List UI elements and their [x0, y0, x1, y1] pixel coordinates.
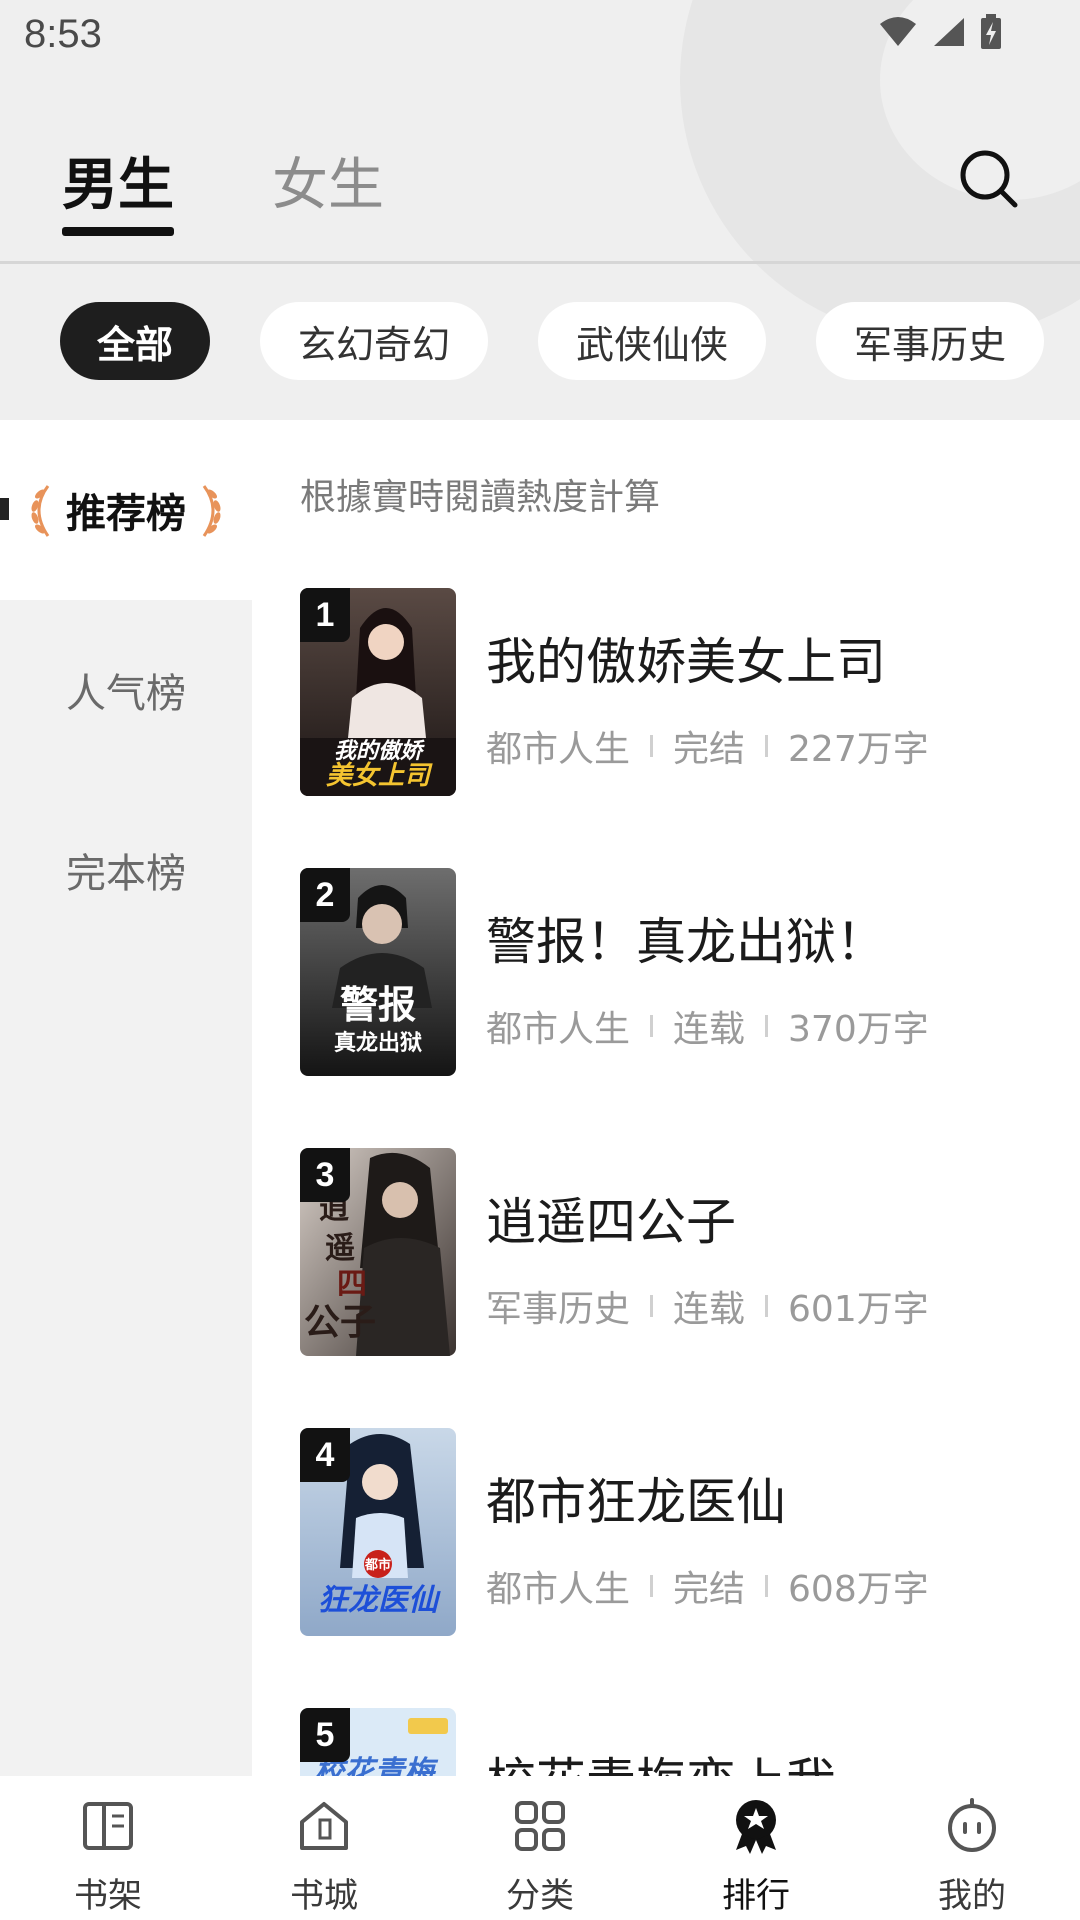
tab-female[interactable]: 女生	[272, 140, 384, 230]
rank-type-sidebar: 推荐榜 人气榜 完本榜	[0, 420, 252, 1776]
svg-text:遥: 遥	[325, 1231, 355, 1266]
category-filter: 全部 玄幻奇幻 武侠仙侠 军事历史	[60, 302, 1044, 380]
book-cover[interactable]: 我的傲娇 美女上司 1	[300, 588, 456, 796]
book-item[interactable]: 都市 狂龙医仙 4 都市狂龙医仙 都市人生 完结 608万字	[300, 1428, 1060, 1636]
laurel-right-icon	[202, 485, 221, 537]
nav-ranking[interactable]: 排行	[648, 1776, 864, 1920]
book-genre: 都市人生	[486, 1009, 631, 1050]
meta-separator	[650, 735, 654, 757]
gender-tabs: 男生 女生	[62, 140, 384, 236]
rank-tab-completed[interactable]: 完本榜	[0, 780, 252, 960]
book-status: 连载	[673, 1009, 746, 1050]
category-chip-all[interactable]: 全部	[60, 302, 210, 380]
book-title[interactable]: 警报！真龙出狱！	[486, 902, 886, 974]
bookstore-icon	[300, 1802, 348, 1850]
svg-text:四: 四	[337, 1267, 367, 1302]
nav-label: 分类	[506, 1876, 574, 1916]
ranking-icon	[736, 1800, 776, 1854]
ranking-panel: 推荐榜 人气榜 完本榜 根據實時閱讀熱度計算 我的傲娇 美女上司 1 我的傲娇美…	[0, 420, 1080, 1776]
nav-label: 我的	[938, 1876, 1006, 1916]
cellular-signal-icon	[932, 16, 966, 48]
svg-text:真龙出狱: 真龙出狱	[334, 1030, 422, 1056]
book-cover[interactable]: 校花青梅 5	[300, 1708, 456, 1776]
rank-tab-recommend[interactable]: 推荐榜	[0, 420, 252, 600]
rank-badge: 1	[300, 588, 350, 642]
book-status: 完结	[673, 729, 746, 770]
meta-separator	[765, 735, 769, 757]
meta-separator	[765, 1295, 769, 1317]
search-icon	[960, 150, 1018, 208]
svg-text:警报: 警报	[340, 983, 416, 1027]
category-chip-fantasy[interactable]: 玄幻奇幻	[260, 302, 488, 380]
svg-text:公子: 公子	[304, 1301, 376, 1343]
status-bar: 8:53	[0, 0, 1080, 72]
book-item[interactable]: 校花青梅 5 校花青梅恋上我	[300, 1708, 1060, 1776]
meta-separator	[650, 1575, 654, 1597]
book-cover[interactable]: 都市 狂龙医仙 4	[300, 1428, 456, 1636]
search-button[interactable]	[958, 148, 1020, 210]
category-icon	[515, 1801, 565, 1851]
book-genre: 都市人生	[486, 1569, 631, 1610]
book-word-count: 601万字	[788, 1289, 929, 1330]
active-marker	[0, 498, 9, 520]
book-word-count: 608万字	[788, 1569, 929, 1610]
rank-badge: 4	[300, 1428, 350, 1482]
laurel-left-icon	[31, 485, 50, 537]
wifi-icon	[878, 16, 918, 48]
svg-text:狂龙医仙: 狂龙医仙	[318, 1583, 441, 1618]
status-time: 8:53	[24, 12, 102, 56]
book-cover[interactable]: 警报 真龙出狱 2	[300, 868, 456, 1076]
rank-badge: 5	[300, 1708, 350, 1762]
book-word-count: 370万字	[788, 1009, 929, 1050]
book-title[interactable]: 校花青梅恋上我	[486, 1742, 836, 1776]
book-status: 连载	[673, 1289, 746, 1330]
nav-profile[interactable]: 我的	[864, 1776, 1080, 1920]
category-chip-wuxia[interactable]: 武侠仙侠	[538, 302, 766, 380]
nav-label: 书架	[74, 1876, 142, 1916]
top-area: 8:53 男生 女生 全部 玄幻奇幻 武侠仙侠 军事历史	[0, 0, 1080, 420]
rank-badge: 3	[300, 1148, 350, 1202]
book-title[interactable]: 都市狂龙医仙	[486, 1462, 786, 1534]
book-title[interactable]: 逍遥四公子	[486, 1182, 736, 1254]
nav-bookshelf[interactable]: 书架	[0, 1776, 216, 1920]
book-word-count: 227万字	[788, 729, 929, 770]
nav-label: 排行	[722, 1876, 790, 1916]
tab-male[interactable]: 男生	[62, 140, 174, 236]
book-title[interactable]: 我的傲娇美女上司	[486, 622, 886, 694]
profile-icon	[948, 1798, 996, 1852]
book-cover[interactable]: 逍 遥 四 公子 3	[300, 1148, 456, 1356]
svg-text:美女上司: 美女上司	[326, 761, 433, 791]
svg-text:都市: 都市	[364, 1557, 391, 1573]
nav-category[interactable]: 分类	[432, 1776, 648, 1920]
meta-separator	[650, 1015, 654, 1037]
bottom-navigation: 书架 书城 分类 排行 我的	[0, 1776, 1080, 1920]
book-meta: 都市人生 完结 227万字	[486, 720, 929, 772]
book-genre: 都市人生	[486, 729, 631, 770]
meta-separator	[765, 1015, 769, 1037]
book-meta: 军事历史 连载 601万字	[486, 1280, 929, 1332]
nav-label: 书城	[290, 1876, 358, 1916]
book-ranking-list: 根據實時閱讀熱度計算 我的傲娇 美女上司 1 我的傲娇美女上司 都市人生 完结 …	[252, 420, 1080, 1776]
book-item[interactable]: 我的傲娇 美女上司 1 我的傲娇美女上司 都市人生 完结 227万字	[300, 588, 1060, 796]
ranking-note: 根據實時閱讀熱度計算	[300, 477, 661, 518]
rank-tab-popular[interactable]: 人气榜	[0, 600, 252, 780]
nav-bookstore[interactable]: 书城	[216, 1776, 432, 1920]
book-item[interactable]: 逍 遥 四 公子 3 逍遥四公子 军事历史 连载 601万字	[300, 1148, 1060, 1356]
category-chip-military[interactable]: 军事历史	[816, 302, 1044, 380]
book-status: 完结	[673, 1569, 746, 1610]
header-divider	[0, 261, 1080, 264]
meta-separator	[765, 1575, 769, 1597]
rank-tab-label: 推荐榜	[66, 491, 186, 537]
bookshelf-icon	[83, 1802, 133, 1850]
meta-separator	[650, 1295, 654, 1317]
book-meta: 都市人生 完结 608万字	[486, 1560, 929, 1612]
book-genre: 军事历史	[486, 1289, 631, 1330]
book-meta: 都市人生 连载 370万字	[486, 1000, 929, 1052]
battery-icon	[980, 14, 1002, 50]
rank-badge: 2	[300, 868, 350, 922]
book-item[interactable]: 警报 真龙出狱 2 警报！真龙出狱！ 都市人生 连载 370万字	[300, 868, 1060, 1076]
